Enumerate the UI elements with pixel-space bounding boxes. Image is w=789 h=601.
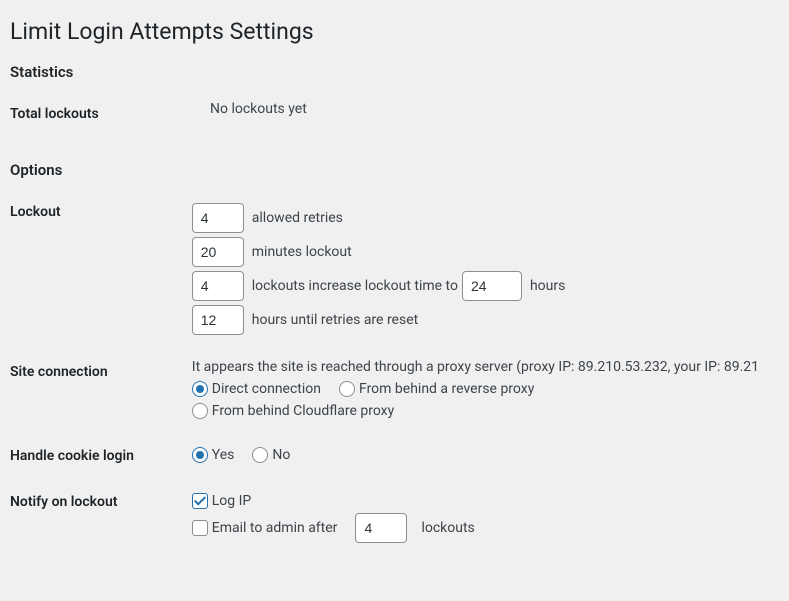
minutes-lockout-input[interactable]: [192, 237, 244, 267]
notify-email-after-input[interactable]: [355, 513, 407, 543]
total-lockouts-label: Total lockouts: [10, 91, 210, 137]
site-connection-cloudflare-text: From behind Cloudflare proxy: [212, 403, 394, 419]
site-connection-reverse-proxy-label[interactable]: From behind a reverse proxy: [339, 381, 534, 397]
lockout-label: Lockout: [10, 189, 192, 349]
site-connection-cloudflare-label[interactable]: From behind Cloudflare proxy: [192, 403, 394, 419]
section-statistics-heading: Statistics: [10, 63, 769, 81]
site-connection-direct-radio[interactable]: [192, 381, 208, 397]
statistics-table: Total lockouts No lockouts yet: [10, 91, 769, 137]
site-connection-label: Site connection: [10, 349, 192, 433]
site-connection-description: It appears the site is reached through a…: [192, 359, 759, 375]
options-table: Lockout allowed retries minutes lockout …: [10, 189, 769, 557]
notify-log-ip-text: Log IP: [212, 493, 252, 509]
minutes-lockout-text: minutes lockout: [252, 244, 352, 260]
handle-cookie-yes-text: Yes: [212, 447, 235, 463]
notify-email-prefix: Email to admin after: [212, 520, 338, 536]
allowed-retries-input[interactable]: [192, 203, 244, 233]
section-options-heading: Options: [10, 161, 769, 179]
reset-hours-input[interactable]: [192, 305, 244, 335]
page-title: Limit Login Attempts Settings: [10, 18, 769, 45]
increase-text-prefix: lockouts increase lockout time to: [252, 278, 458, 294]
increase-text-suffix: hours: [530, 278, 565, 294]
handle-cookie-no-label[interactable]: No: [252, 447, 290, 463]
notify-email-suffix: lockouts: [421, 520, 474, 536]
site-connection-cloudflare-radio[interactable]: [192, 403, 208, 419]
notify-on-lockout-label: Notify on lockout: [10, 479, 192, 557]
total-lockouts-value: No lockouts yet: [210, 91, 769, 137]
handle-cookie-login-label: Handle cookie login: [10, 433, 192, 479]
handle-cookie-no-radio[interactable]: [252, 447, 268, 463]
site-connection-direct-label[interactable]: Direct connection: [192, 381, 321, 397]
handle-cookie-yes-label[interactable]: Yes: [192, 447, 235, 463]
handle-cookie-no-text: No: [272, 447, 290, 463]
increase-count-input[interactable]: [192, 271, 244, 301]
notify-log-ip-checkbox[interactable]: [192, 493, 208, 509]
notify-log-ip-label[interactable]: Log IP: [192, 493, 252, 509]
site-connection-direct-text: Direct connection: [212, 381, 321, 397]
reset-text: hours until retries are reset: [252, 312, 418, 328]
increase-hours-input[interactable]: [462, 271, 522, 301]
allowed-retries-text: allowed retries: [252, 210, 343, 226]
handle-cookie-yes-radio[interactable]: [192, 447, 208, 463]
notify-email-checkbox[interactable]: [192, 520, 208, 536]
site-connection-reverse-proxy-radio[interactable]: [339, 381, 355, 397]
site-connection-reverse-proxy-text: From behind a reverse proxy: [359, 381, 534, 397]
notify-email-label[interactable]: Email to admin after: [192, 520, 338, 536]
